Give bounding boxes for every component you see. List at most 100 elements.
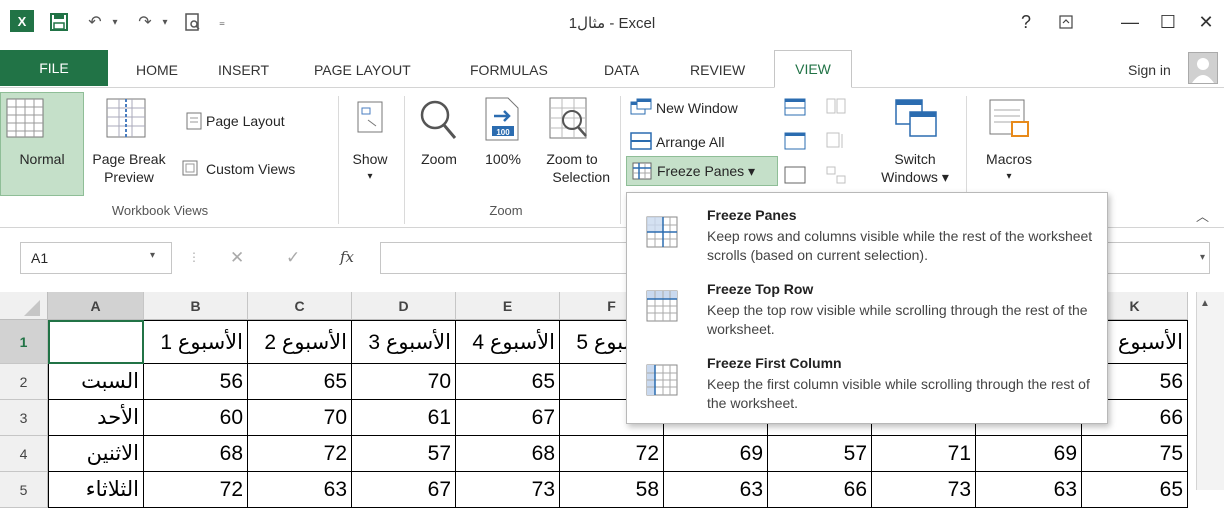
column-header[interactable]: D bbox=[352, 292, 456, 320]
select-all-corner[interactable] bbox=[0, 292, 48, 320]
cell[interactable]: 70 bbox=[352, 364, 456, 400]
new-window-button[interactable]: New Window bbox=[656, 99, 738, 117]
column-header[interactable]: C bbox=[248, 292, 352, 320]
cancel-icon[interactable]: ✕ bbox=[230, 248, 244, 268]
expand-formula-bar-icon[interactable]: ▾ bbox=[1200, 252, 1205, 263]
macros-dropdown-icon[interactable]: ▾ bbox=[974, 168, 1044, 186]
cell[interactable]: الأسبوع 3 bbox=[352, 320, 456, 364]
ribbon-display-options-icon[interactable] bbox=[1048, 8, 1084, 36]
row-header[interactable]: 4 bbox=[0, 436, 48, 472]
cell[interactable]: 63 bbox=[664, 472, 768, 508]
minimize-button[interactable]: — bbox=[1112, 8, 1148, 36]
cell[interactable]: 65 bbox=[1082, 472, 1188, 508]
enter-icon[interactable]: ✓ bbox=[286, 248, 300, 268]
switch-windows-button[interactable]: Switch Windows ▾ bbox=[870, 150, 960, 186]
row-header[interactable]: 5 bbox=[0, 472, 48, 508]
cell[interactable]: 63 bbox=[248, 472, 352, 508]
column-header[interactable]: A bbox=[48, 292, 144, 320]
name-box-dropdown-icon[interactable]: ▾ bbox=[150, 250, 155, 261]
cell[interactable]: 72 bbox=[248, 436, 352, 472]
collapse-ribbon-icon[interactable]: ︿ bbox=[1196, 206, 1209, 225]
arrange-all-icon bbox=[630, 132, 652, 150]
custom-views-button[interactable]: Custom Views bbox=[206, 160, 295, 178]
tab-home[interactable]: HOME bbox=[136, 60, 178, 86]
cell[interactable]: 63 bbox=[976, 472, 1082, 508]
menu-item-title: Freeze First Column bbox=[707, 355, 842, 371]
sign-in-link[interactable]: Sign in bbox=[1128, 60, 1171, 86]
cell[interactable]: 56 bbox=[144, 364, 248, 400]
cell[interactable]: 73 bbox=[872, 472, 976, 508]
switch-windows-label-1: Switch bbox=[894, 151, 936, 167]
cell[interactable]: 69 bbox=[664, 436, 768, 472]
tab-file[interactable]: FILE bbox=[0, 50, 108, 86]
tab-page-layout[interactable]: PAGE LAYOUT bbox=[314, 60, 411, 86]
cell[interactable]: 67 bbox=[456, 400, 560, 436]
hide-icon[interactable] bbox=[784, 132, 806, 150]
zoom-button[interactable]: Zoom bbox=[412, 150, 466, 168]
cell[interactable]: 65 bbox=[456, 364, 560, 400]
row-header[interactable]: 3 bbox=[0, 400, 48, 436]
cell[interactable]: الأحد bbox=[48, 400, 144, 436]
synchronous-scrolling-icon[interactable] bbox=[826, 132, 846, 150]
freeze-panes-icon bbox=[643, 215, 683, 251]
unhide-icon[interactable] bbox=[784, 166, 806, 184]
cell[interactable]: الأسبوع 1 bbox=[144, 320, 248, 364]
insert-function-icon[interactable]: fx bbox=[340, 248, 354, 266]
cell[interactable]: 70 bbox=[248, 400, 352, 436]
reset-window-position-icon[interactable] bbox=[826, 166, 846, 184]
cell[interactable]: 65 bbox=[248, 364, 352, 400]
user-avatar-icon[interactable] bbox=[1188, 52, 1218, 84]
cell[interactable]: 68 bbox=[456, 436, 560, 472]
cell[interactable]: 68 bbox=[144, 436, 248, 472]
menu-item-freeze-first-column[interactable]: Freeze First Column Keep the first colum… bbox=[627, 345, 1107, 415]
freeze-panes-menu: Freeze Panes Keep rows and columns visib… bbox=[626, 192, 1108, 424]
cell[interactable]: 61 bbox=[352, 400, 456, 436]
view-side-by-side-icon[interactable] bbox=[826, 98, 846, 116]
row-header[interactable]: 2 bbox=[0, 364, 48, 400]
help-button[interactable]: ? bbox=[1008, 8, 1044, 36]
split-icon[interactable] bbox=[784, 98, 806, 116]
cell[interactable]: 72 bbox=[144, 472, 248, 508]
cell[interactable]: 67 bbox=[352, 472, 456, 508]
cell[interactable]: 58 bbox=[560, 472, 664, 508]
arrange-all-button[interactable]: Arrange All bbox=[656, 133, 724, 151]
cell[interactable]: 72 bbox=[560, 436, 664, 472]
zoom-to-selection-button[interactable]: Zoom to Selection bbox=[532, 150, 612, 186]
cell[interactable]: السبت bbox=[48, 364, 144, 400]
page-layout-button[interactable]: Page Layout bbox=[206, 112, 285, 130]
cell[interactable]: الأسبوع 4 bbox=[456, 320, 560, 364]
macros-button[interactable]: Macros bbox=[974, 150, 1044, 168]
tab-review[interactable]: REVIEW bbox=[690, 60, 745, 86]
cell[interactable]: 60 bbox=[144, 400, 248, 436]
tab-view[interactable]: VIEW bbox=[774, 50, 852, 88]
tab-insert[interactable]: INSERT bbox=[218, 60, 269, 86]
show-button[interactable]: Show bbox=[340, 150, 400, 168]
page-break-preview-button[interactable]: Page Break Preview bbox=[84, 150, 174, 186]
cell[interactable]: 66 bbox=[768, 472, 872, 508]
zoom-100-button[interactable]: 100% bbox=[472, 150, 534, 168]
cell[interactable]: 57 bbox=[352, 436, 456, 472]
cell[interactable]: الاثنين bbox=[48, 436, 144, 472]
cell[interactable]: الثلاثاء bbox=[48, 472, 144, 508]
tab-formulas[interactable]: FORMULAS bbox=[470, 60, 548, 86]
cell[interactable]: الأسبوع 2 bbox=[248, 320, 352, 364]
cell[interactable]: 71 bbox=[872, 436, 976, 472]
close-button[interactable]: ✕ bbox=[1188, 8, 1224, 36]
cell[interactable]: 75 bbox=[1082, 436, 1188, 472]
maximize-button[interactable]: ☐ bbox=[1150, 8, 1186, 36]
row-header[interactable]: 1 bbox=[0, 320, 48, 364]
page-break-label-1: Page Break bbox=[92, 151, 166, 167]
cell[interactable]: 57 bbox=[768, 436, 872, 472]
column-header[interactable]: B bbox=[144, 292, 248, 320]
menu-item-freeze-panes[interactable]: Freeze Panes Keep rows and columns visib… bbox=[627, 197, 1107, 267]
cell[interactable]: 69 bbox=[976, 436, 1082, 472]
scroll-up-icon[interactable]: ▲ bbox=[1200, 298, 1210, 309]
tab-data[interactable]: DATA bbox=[604, 60, 639, 86]
custom-views-icon bbox=[180, 158, 200, 178]
column-header[interactable]: E bbox=[456, 292, 560, 320]
menu-item-freeze-top-row[interactable]: Freeze Top Row Keep the top row visible … bbox=[627, 271, 1107, 341]
vertical-scrollbar[interactable] bbox=[1196, 292, 1224, 490]
cell[interactable]: 73 bbox=[456, 472, 560, 508]
cell[interactable] bbox=[48, 320, 144, 364]
show-dropdown-icon[interactable]: ▾ bbox=[340, 168, 400, 186]
